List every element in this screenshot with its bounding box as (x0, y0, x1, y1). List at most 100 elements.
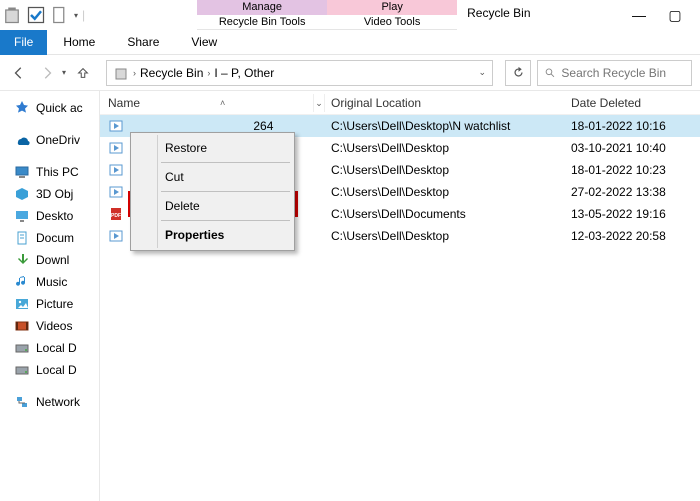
sidebar-item-label: Deskto (36, 209, 73, 223)
column-header-original-location[interactable]: Original Location (325, 96, 565, 110)
minimize-button[interactable]: — (624, 5, 654, 25)
crumb-sep-icon[interactable]: › (133, 68, 136, 78)
file-icon: PDF (108, 206, 124, 222)
disk-icon (14, 340, 30, 356)
context-menu: Restore Cut Delete Properties (130, 132, 295, 251)
music-icon (14, 274, 30, 290)
qat-dropdown-icon[interactable]: ▾ (74, 11, 78, 20)
maximize-button[interactable]: ▢ (660, 5, 690, 25)
menu-item-restore[interactable]: Restore (131, 136, 294, 160)
date-deleted: 13-05-2022 19:16 (565, 207, 700, 221)
date-deleted: 18-01-2022 10:23 (565, 163, 700, 177)
file-icon (108, 140, 124, 156)
cube-icon (14, 186, 30, 202)
original-location: C:\Users\Dell\Desktop (325, 141, 565, 155)
menu-item-properties[interactable]: Properties (131, 223, 294, 247)
network-icon (14, 394, 30, 410)
file-icon (108, 118, 124, 134)
star-icon (14, 100, 30, 116)
sidebar-item-quick-ac[interactable]: Quick ac (0, 97, 99, 119)
document-icon[interactable] (50, 5, 70, 25)
breadcrumb-recycle-bin[interactable]: Recycle Bin (140, 66, 203, 80)
date-deleted: 03-10-2021 10:40 (565, 141, 700, 155)
menu-item-cut[interactable]: Cut (131, 165, 294, 189)
sidebar-item-label: Docum (36, 231, 74, 245)
sidebar-item-label: 3D Obj (36, 187, 73, 201)
sidebar-item-videos[interactable]: Videos (0, 315, 99, 337)
recycle-bin-icon (113, 65, 129, 81)
column-header-name[interactable]: Name ˄ ⌄ (100, 94, 325, 112)
tab-share[interactable]: Share (111, 31, 175, 53)
file-name: 264 (130, 119, 273, 133)
sidebar-item-local-d[interactable]: Local D (0, 337, 99, 359)
sidebar-item-label: Local D (36, 341, 77, 355)
onedrive-icon (14, 132, 30, 148)
checkbox-icon[interactable] (26, 5, 46, 25)
desktop-icon (14, 208, 30, 224)
address-bar[interactable]: › Recycle Bin › I – P, Other ⌄ (106, 60, 493, 86)
original-location: C:\Users\Dell\Desktop (325, 229, 565, 243)
context-tab-play[interactable]: Play Video Tools (327, 0, 457, 30)
search-icon (544, 66, 555, 79)
breadcrumb-group[interactable]: I – P, Other (214, 66, 274, 80)
tab-view[interactable]: View (175, 31, 233, 53)
disk-icon (14, 362, 30, 378)
sidebar-item-label: Downl (36, 253, 69, 267)
sidebar-item-this-pc[interactable]: This PC (0, 161, 99, 183)
date-deleted: 18-01-2022 10:16 (565, 119, 700, 133)
sidebar-item-label: Music (36, 275, 67, 289)
sidebar-item-label: Local D (36, 363, 77, 377)
crumb-sep-icon[interactable]: › (207, 68, 210, 78)
back-button[interactable] (8, 62, 30, 84)
sidebar-item-music[interactable]: Music (0, 271, 99, 293)
sidebar-item-picture[interactable]: Picture (0, 293, 99, 315)
svg-text:PDF: PDF (111, 213, 121, 219)
divider: | (82, 8, 85, 22)
date-deleted: 27-02-2022 13:38 (565, 185, 700, 199)
sidebar-item-label: OneDriv (36, 133, 80, 147)
address-dropdown-icon[interactable]: ⌄ (478, 67, 486, 78)
sidebar-item-network[interactable]: Network (0, 391, 99, 413)
window-title: Recycle Bin (457, 0, 624, 30)
file-icon (108, 162, 124, 178)
pc-icon (14, 164, 30, 180)
context-tab-manage[interactable]: Manage Recycle Bin Tools (197, 0, 327, 30)
menu-item-delete[interactable]: Delete (131, 194, 294, 218)
sidebar-item-label: This PC (36, 165, 79, 179)
sort-ascending-icon: ˄ (220, 98, 225, 108)
column-header-date-deleted[interactable]: Date Deleted (565, 96, 700, 110)
up-button[interactable] (72, 62, 94, 84)
picture-icon (14, 296, 30, 312)
menu-separator (161, 220, 290, 221)
sidebar-item-label: Videos (36, 319, 72, 333)
date-deleted: 12-03-2022 20:58 (565, 229, 700, 243)
original-location: C:\Users\Dell\Desktop\N watchlist (325, 119, 565, 133)
download-icon (14, 252, 30, 268)
history-dropdown-icon[interactable]: ▾ (62, 68, 66, 77)
sidebar-item-label: Picture (36, 297, 73, 311)
file-icon (108, 228, 124, 244)
sidebar-item-local-d[interactable]: Local D (0, 359, 99, 381)
file-icon (108, 184, 124, 200)
search-input[interactable] (561, 66, 685, 80)
sidebar-item-3d-obj[interactable]: 3D Obj (0, 183, 99, 205)
menu-separator (161, 162, 290, 163)
sidebar-item-docum[interactable]: Docum (0, 227, 99, 249)
menu-separator (161, 191, 290, 192)
file-tab[interactable]: File (0, 30, 47, 55)
refresh-button[interactable] (505, 60, 531, 86)
sidebar-item-deskto[interactable]: Deskto (0, 205, 99, 227)
sidebar-item-label: Network (36, 395, 80, 409)
sidebar-item-label: Quick ac (36, 101, 83, 115)
forward-button[interactable] (36, 62, 58, 84)
tab-home[interactable]: Home (47, 31, 111, 53)
doc-icon (14, 230, 30, 246)
sidebar-item-downl[interactable]: Downl (0, 249, 99, 271)
recycle-bin-icon (2, 5, 22, 25)
sidebar-item-onedriv[interactable]: OneDriv (0, 129, 99, 151)
sidebar: Quick ac OneDriv This PC 3D Obj Deskto Docum D… (0, 91, 100, 501)
column-dropdown-icon[interactable]: ⌄ (313, 94, 325, 112)
search-box[interactable] (537, 60, 692, 86)
original-location: C:\Users\Dell\Desktop (325, 185, 565, 199)
original-location: C:\Users\Dell\Documents (325, 207, 565, 221)
